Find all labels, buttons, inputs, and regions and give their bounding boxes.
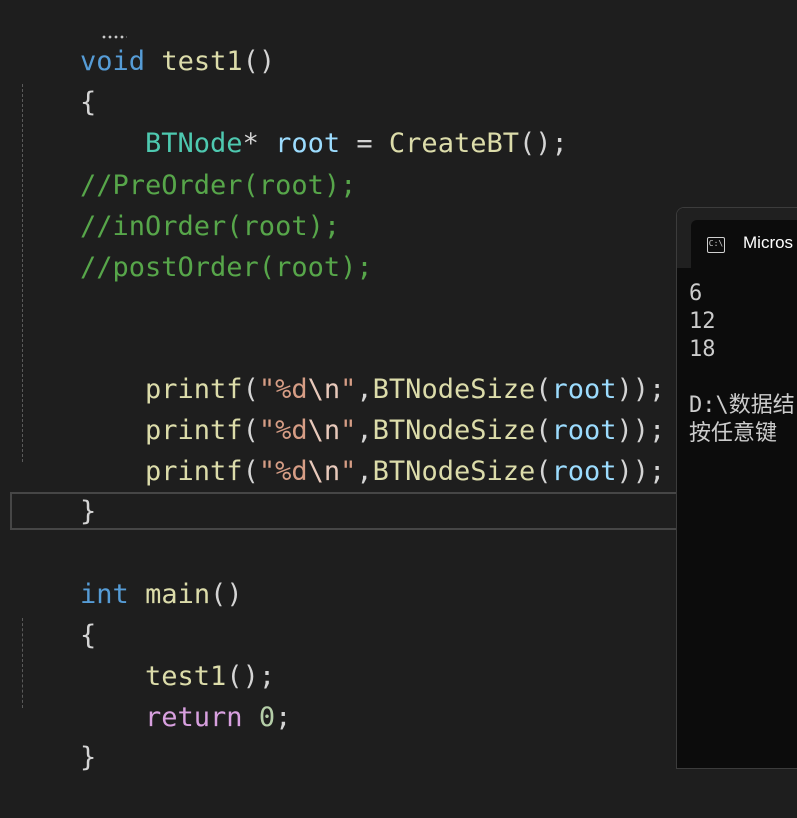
console-output-line: 12 [689, 309, 716, 334]
suggestion-squiggle [101, 35, 127, 39]
code-line[interactable]: int main() [15, 535, 243, 610]
escape-seq: \n [307, 456, 341, 487]
keyword: return [145, 702, 243, 733]
code-line[interactable]: test1(); [80, 617, 275, 692]
variable: root [275, 128, 341, 159]
code-line[interactable]: BTNode* root = CreateBT(); [80, 84, 568, 159]
console-output-line: 按任意键 [689, 421, 778, 446]
number-literal: 0 [258, 702, 276, 733]
code-line[interactable]: return 0; [80, 658, 291, 733]
code-line[interactable]: printf("%d\n",BTNodeSize(root)); [80, 412, 665, 487]
function-name: test1 [161, 46, 243, 77]
variable: root [551, 456, 617, 487]
code-line[interactable]: printf("%d\n",BTNodeSize(root)); [80, 330, 665, 405]
code-line[interactable]: { [15, 576, 96, 651]
console-window[interactable]: C:\ Micros 6 12 18 D:\数据结 按任意键 [676, 207, 797, 769]
console-output-line: 6 [689, 281, 703, 306]
terminal-icon: C:\ [707, 237, 725, 253]
code-line[interactable]: { [15, 43, 96, 118]
console-tab[interactable]: C:\ Micros [691, 220, 797, 268]
function-name: BTNodeSize [372, 456, 536, 487]
format-spec: %d [275, 456, 308, 487]
comment-line[interactable]: //PreOrder(root); [80, 166, 356, 206]
console-titlebar[interactable]: C:\ Micros [677, 208, 797, 268]
code-line[interactable]: } [15, 452, 96, 527]
type-name: BTNode [145, 128, 243, 159]
function-name: CreateBT [388, 128, 519, 159]
console-output-line: D:\数据结 [689, 393, 795, 418]
function-name: printf [145, 456, 243, 487]
code-line[interactable]: printf("%d\n",BTNodeSize(root)); [80, 371, 665, 446]
code-line[interactable]: } [15, 698, 96, 773]
console-tab-title: Micros [743, 233, 794, 252]
code-line[interactable]: void test1() [15, 2, 275, 77]
comment-line[interactable]: //postOrder(root); [80, 248, 373, 288]
current-line-highlight [10, 492, 710, 530]
comment-line[interactable]: //inOrder(root); [80, 207, 340, 247]
console-output-line: 18 [689, 337, 716, 362]
function-name: main [145, 579, 211, 610]
